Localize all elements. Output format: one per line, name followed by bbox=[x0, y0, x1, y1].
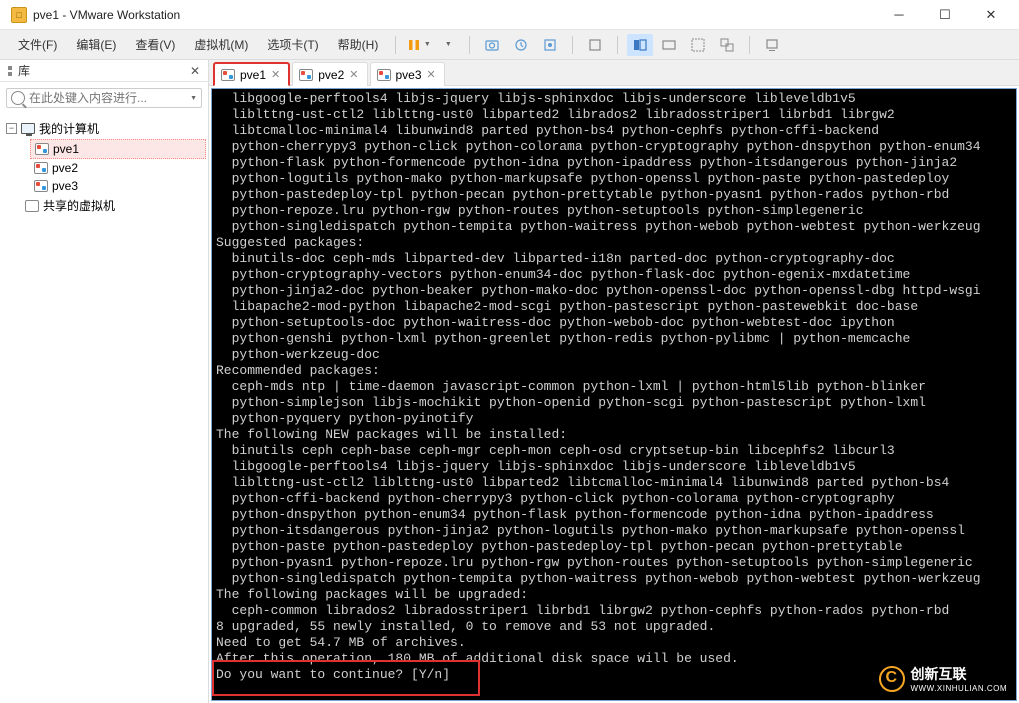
tab-bar: pve1 ✕ pve2 ✕ pve3 ✕ bbox=[209, 60, 1019, 86]
shared-vm-icon bbox=[25, 200, 39, 212]
tree-label: 共享的虚拟机 bbox=[43, 197, 115, 214]
vm-icon bbox=[35, 143, 49, 155]
menu-view[interactable]: 查看(V) bbox=[127, 32, 183, 57]
separator bbox=[749, 36, 750, 54]
window-title: pve1 - VMware Workstation bbox=[33, 8, 876, 22]
fullscreen-button[interactable] bbox=[582, 34, 608, 56]
tab-close-button[interactable]: ✕ bbox=[349, 68, 358, 81]
search-dropdown-icon[interactable]: ▼ bbox=[190, 95, 197, 102]
tab-label: pve2 bbox=[318, 68, 344, 82]
tree-label: pve3 bbox=[52, 179, 78, 193]
vm-icon bbox=[299, 69, 313, 81]
search-box[interactable]: ▼ bbox=[6, 88, 202, 108]
content-area: pve1 ✕ pve2 ✕ pve3 ✕ libgoogle-perftools… bbox=[209, 60, 1019, 703]
tree-node-shared[interactable]: 共享的虚拟机 bbox=[2, 195, 206, 216]
app-icon: □ bbox=[11, 7, 27, 23]
separator bbox=[395, 36, 396, 54]
vm-tree: − 我的计算机 pve1 pve2 pve3 共享的虚拟机 bbox=[0, 114, 208, 220]
cycle-button[interactable] bbox=[714, 34, 740, 56]
tab-pve1[interactable]: pve1 ✕ bbox=[213, 62, 290, 86]
separator bbox=[469, 36, 470, 54]
menu-edit[interactable]: 编辑(E) bbox=[68, 32, 124, 57]
menu-help[interactable]: 帮助(H) bbox=[330, 32, 387, 57]
tree-toggle[interactable]: − bbox=[6, 123, 17, 134]
vm-console[interactable]: libgoogle-perftools4 libjs-jquery libjs-… bbox=[211, 88, 1017, 701]
library-sidebar: 库 ✕ ▼ − 我的计算机 pve1 pve2 bbox=[0, 60, 209, 703]
menubar: 文件(F) 编辑(E) 查看(V) 虚拟机(M) 选项卡(T) 帮助(H) ▼ … bbox=[0, 30, 1019, 60]
separator bbox=[572, 36, 573, 54]
search-input[interactable] bbox=[29, 91, 188, 105]
menu-vm[interactable]: 虚拟机(M) bbox=[186, 32, 256, 57]
snapshot-manager-button[interactable] bbox=[537, 34, 563, 56]
tab-close-button[interactable]: ✕ bbox=[271, 68, 280, 81]
tree-node-pve1[interactable]: pve1 bbox=[30, 139, 206, 159]
sidebar-title: 库 bbox=[18, 62, 190, 79]
tree-label: pve2 bbox=[52, 161, 78, 175]
watermark: 创新互联 WWW.XINHULIAN.COM bbox=[879, 664, 1008, 693]
tree-label: pve1 bbox=[53, 142, 79, 156]
tree-label: 我的计算机 bbox=[39, 120, 99, 137]
maximize-button[interactable]: ☐ bbox=[922, 0, 968, 30]
watermark-url: WWW.XINHULIAN.COM bbox=[911, 684, 1008, 693]
thumbnail-button[interactable] bbox=[656, 34, 682, 56]
close-button[interactable]: ✕ bbox=[968, 0, 1014, 30]
tab-pve3[interactable]: pve3 ✕ bbox=[370, 62, 445, 86]
sidebar-close-button[interactable]: ✕ bbox=[190, 64, 200, 78]
vm-icon bbox=[377, 69, 391, 81]
tree-node-pve3[interactable]: pve3 bbox=[30, 177, 206, 195]
computer-icon bbox=[21, 123, 35, 134]
watermark-text: 创新互联 bbox=[911, 664, 1008, 684]
console-view-button[interactable] bbox=[759, 34, 785, 56]
titlebar: □ pve1 - VMware Workstation ─ ☐ ✕ bbox=[0, 0, 1019, 30]
snapshot-button[interactable] bbox=[479, 34, 505, 56]
tree-node-my-computer[interactable]: − 我的计算机 bbox=[2, 118, 206, 139]
tab-pve2[interactable]: pve2 ✕ bbox=[292, 62, 367, 86]
vm-icon bbox=[221, 69, 235, 81]
menu-file[interactable]: 文件(F) bbox=[10, 32, 65, 57]
sidebar-grip[interactable] bbox=[8, 66, 12, 70]
snapshot-revert-button[interactable] bbox=[508, 34, 534, 56]
stop-dropdown[interactable]: ▼ bbox=[434, 34, 460, 56]
tree-node-pve2[interactable]: pve2 bbox=[30, 159, 206, 177]
vm-icon bbox=[34, 180, 48, 192]
menu-tabs[interactable]: 选项卡(T) bbox=[259, 32, 326, 57]
tab-label: pve3 bbox=[396, 68, 422, 82]
separator bbox=[617, 36, 618, 54]
tab-label: pve1 bbox=[240, 68, 266, 82]
stretch-button[interactable] bbox=[685, 34, 711, 56]
pause-button[interactable]: ▼ bbox=[405, 34, 431, 56]
vm-icon bbox=[34, 162, 48, 174]
search-icon bbox=[11, 91, 25, 105]
unity-button[interactable] bbox=[627, 34, 653, 56]
watermark-logo-icon bbox=[879, 666, 905, 692]
tab-close-button[interactable]: ✕ bbox=[427, 68, 436, 81]
minimize-button[interactable]: ─ bbox=[876, 0, 922, 30]
